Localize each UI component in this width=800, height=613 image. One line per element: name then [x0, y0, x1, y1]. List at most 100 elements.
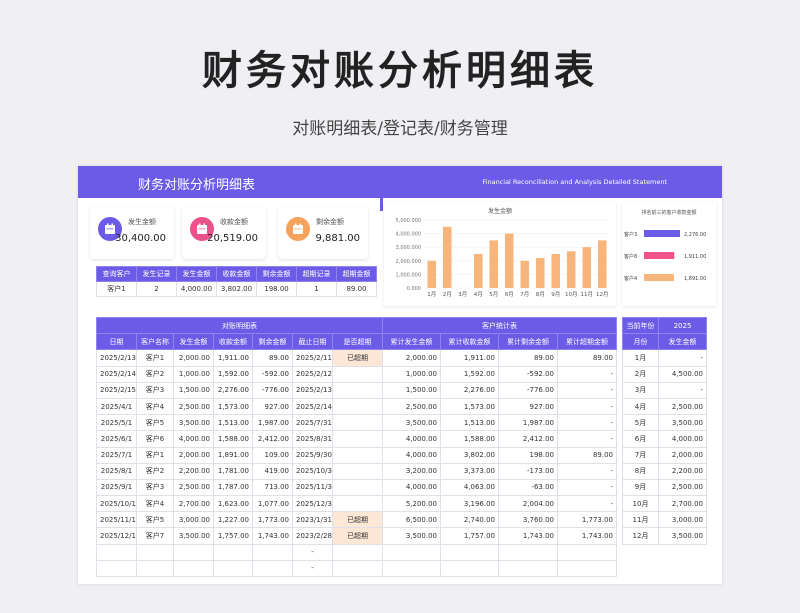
query-cell: 4,000.00: [176, 281, 217, 297]
ledger-cell: 2025/2/11: [292, 349, 333, 367]
ledger-cell: [440, 543, 499, 561]
x-tick-label: 9月: [551, 291, 560, 298]
ledger-header: 收款金额: [213, 333, 253, 351]
month-cell: 12月: [622, 527, 659, 545]
query-header: 发生金额: [176, 266, 217, 282]
month-cell: 6月: [622, 430, 659, 448]
ledger-cell: -592.00: [252, 365, 293, 383]
ledger-cell: 已超期: [332, 527, 383, 545]
ledger-cell: 客户6: [136, 430, 174, 448]
ledger-cell: -63.00: [498, 478, 558, 497]
kpi-label: 发生金额: [128, 218, 156, 226]
ledger-cell: 109.00: [252, 446, 293, 464]
ledger-cell: 2025/5/1: [96, 414, 137, 432]
ledger-cell: 3,500.00: [173, 414, 214, 432]
table-row: 2025/7/1 客户1 2,000.00 1,891.00 109.00 2025/9/…: [96, 446, 617, 464]
table-row: 2月 4,500.00: [622, 365, 707, 383]
calendar-icon: [286, 217, 310, 241]
ledger-cell: 927.00: [252, 397, 293, 416]
ledger-cell: 客户1: [136, 446, 174, 464]
ledger-cell: 4,000.00: [382, 446, 441, 464]
month-amount-cell: 3,500.00: [658, 414, 707, 432]
ledger-cell: [332, 462, 383, 480]
query-cell: 2: [136, 281, 177, 297]
table-row: 1月 -: [622, 349, 707, 367]
month-amount-cell: 3,000.00: [658, 511, 707, 529]
ledger-cell: [332, 365, 383, 383]
ledger-cell: 2023/2/28: [292, 527, 333, 545]
ledger-cell: -: [557, 397, 617, 416]
ledger-cell: 3,200.00: [382, 462, 441, 480]
ledger-cell: [173, 543, 214, 561]
ledger-group-row: 对账明细表 客户统计表: [96, 316, 617, 335]
ledger-cell: 3,196.00: [440, 495, 499, 513]
monthly-bar-chart-svg: 发生金额 0.000 1,000.000 2,000.000 3,000.000 4,00…: [396, 207, 610, 298]
ledger-header: 是否超期: [332, 333, 383, 351]
table-row: 2025/5/1 客户5 3,500.00 1,513.00 1,987.00 2025/…: [96, 414, 617, 432]
ledger-cell: 已超期: [332, 511, 383, 529]
bar: [427, 260, 437, 288]
monthly-header: 月份: [622, 333, 659, 351]
bar: [520, 260, 530, 288]
ledger-cell: 1,592.00: [440, 365, 499, 383]
ledger-cell: 2,000.00: [173, 349, 214, 367]
ledger-cell: 2025/8/31: [292, 430, 333, 448]
ledger-cell: 4,063.00: [440, 478, 499, 497]
ledger-cell: 2025/8/1: [96, 462, 137, 480]
ledger-cell: 713.00: [252, 478, 293, 497]
kpi-value: 30,400.00: [115, 233, 166, 244]
y-tick-label: 客户3: [624, 231, 637, 238]
bar: [535, 258, 545, 288]
ledger-cell: 1,077.00: [252, 495, 293, 513]
query-cell: 89.00: [336, 281, 377, 297]
ledger-cell: [332, 446, 383, 464]
ledger-cell: [213, 543, 253, 561]
month-cell: 7月: [622, 446, 659, 464]
monthly-header: 发生金额: [658, 333, 707, 351]
monthly-table: 当前年份 2025 月份 发生金额 1月 -2月 4,500.00 3月 -4月 2,50…: [622, 316, 707, 545]
y-tick-label: 5,000.000: [396, 218, 421, 224]
ledger-cell: -776.00: [498, 381, 558, 399]
table-row: 4月 2,500.00: [622, 397, 707, 416]
x-tick-label: 4月: [474, 291, 483, 298]
ledger-cell: 89.00: [557, 349, 617, 367]
ledger-cell: [252, 543, 293, 561]
ledger-cell: 1,781.00: [213, 462, 253, 480]
ledger-cell: 1,513.00: [440, 414, 499, 432]
page-title: 财务对账分析明细表: [202, 48, 598, 94]
month-amount-cell: -: [658, 349, 707, 367]
bar: [489, 240, 499, 288]
ledger-cell: -: [557, 478, 617, 497]
table-row: -: [96, 559, 617, 578]
data-label: 1,891.00: [684, 276, 706, 282]
ledger-cell: 2025/4/1: [96, 397, 137, 416]
ledger-cell: 1,592.00: [213, 365, 253, 383]
query-customer-select[interactable]: 客户1: [96, 281, 137, 297]
ledger-cell: 2,276.00: [440, 381, 499, 399]
ledger-cell: 1,757.00: [440, 527, 499, 545]
ledger-cell: 2025/2/13: [292, 381, 333, 399]
ledger-cell: 2025/2/14: [292, 397, 333, 416]
ledger-cell: 2,000.00: [382, 349, 441, 367]
top3-chart: 排名前三的客户收款金额 客户3 2,276.00 客户8 1,911.00 客户4 1,89…: [622, 202, 716, 306]
month-amount-cell: 2,700.00: [658, 495, 707, 513]
ledger-cell: 2025/2/13: [96, 349, 137, 367]
year-label: 当前年份: [622, 316, 659, 335]
ledger-cell: 2,412.00: [252, 430, 293, 448]
year-value[interactable]: 2025: [658, 316, 707, 335]
ledger-header: 剩余金额: [252, 333, 293, 351]
query-cell: 3,802.00: [216, 281, 257, 297]
ledger-cell: -: [557, 414, 617, 432]
table-row: 9月 2,500.00: [622, 478, 707, 497]
bar: [473, 254, 483, 288]
ledger-cell: 1,891.00: [213, 446, 253, 464]
y-tick-label: 客户8: [624, 253, 637, 260]
ledger-cell: 1,773.00: [557, 511, 617, 529]
ledger-cell: [332, 559, 383, 578]
ledger-cell: [136, 559, 174, 578]
bar: [582, 247, 592, 288]
ledger-cell: 客户7: [136, 527, 174, 545]
chart-title: 排名前三的客户收款金额: [641, 209, 696, 216]
kpi-card-received: 收款金额 20,519.00: [182, 207, 266, 259]
query-header: 剩余金额: [256, 266, 297, 282]
